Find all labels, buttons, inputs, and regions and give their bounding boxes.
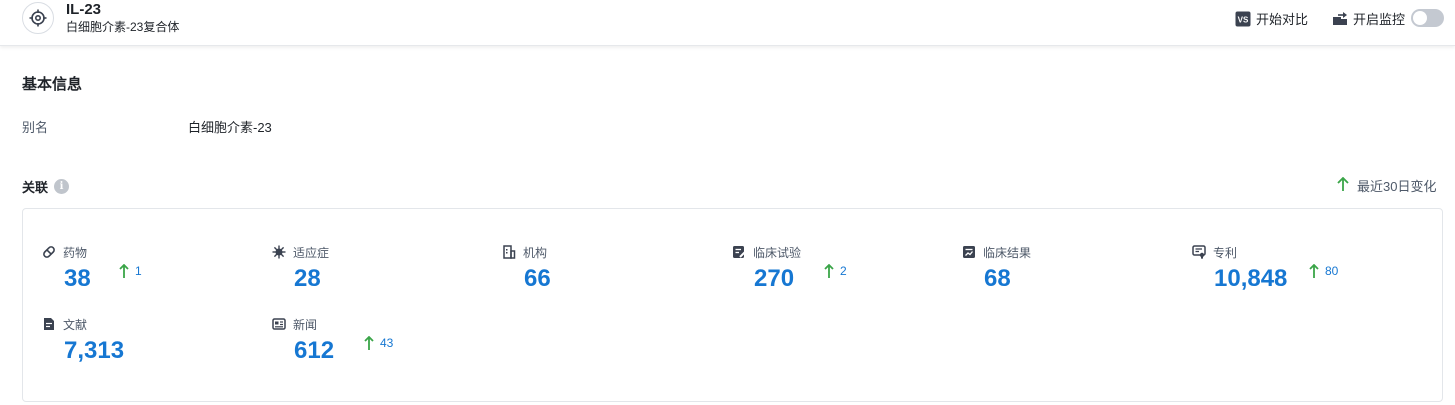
stat-delta-value: 1 <box>135 264 142 278</box>
stat-label: 临床结果 <box>962 244 1031 260</box>
stat-delta-value: 43 <box>380 336 394 350</box>
arrow-up-icon <box>1309 263 1319 282</box>
stat-label-text: 适应症 <box>293 245 330 260</box>
stat-label: 适应症 <box>272 244 329 260</box>
arrow-up-icon <box>824 263 834 282</box>
stat-literature[interactable]: 文献 7,313 <box>42 316 242 380</box>
page-header: IL-23 白细胞介素-23复合体 VS 开始对比 开启监控 <box>0 0 1455 46</box>
basic-info-title: 基本信息 <box>22 76 83 93</box>
stat-value[interactable]: 7,313 <box>64 337 124 365</box>
stat-value[interactable]: 28 <box>294 265 321 293</box>
stat-label: 文献 <box>42 316 87 332</box>
monitor-button[interactable]: 开启监控 <box>1332 9 1405 28</box>
stat-news[interactable]: 新闻 612 43 <box>272 316 472 380</box>
stat-label-text: 临床结果 <box>983 245 1032 260</box>
monitor-toggle[interactable] <box>1411 9 1444 27</box>
stat-indications[interactable]: 适应症 28 <box>272 244 472 308</box>
page-subtitle: 白细胞介素-23复合体 <box>66 20 180 34</box>
virus-icon <box>272 245 286 259</box>
pill-icon <box>42 245 56 259</box>
stat-label-text: 机构 <box>523 245 548 260</box>
info-icon[interactable]: i <box>54 179 70 194</box>
news-icon <box>272 317 286 331</box>
svg-text:VS: VS <box>1238 15 1249 24</box>
alias-value: 白细胞介素-23 <box>188 120 272 135</box>
arrow-up-icon <box>364 335 374 354</box>
patent-icon <box>1192 245 1206 259</box>
stat-value[interactable]: 68 <box>984 265 1011 293</box>
stat-delta: 43 <box>364 335 394 354</box>
relations-panel: 药物 38 1 适应症 28 机构 66 临床试验 270 2 临床结果 68 … <box>22 208 1443 402</box>
target-logo-icon <box>22 2 54 34</box>
start-compare-button[interactable]: VS 开始对比 <box>1235 9 1308 28</box>
change-legend: 最近30日变化 <box>1337 176 1436 195</box>
stat-clinical-trials[interactable]: 临床试验 270 2 <box>732 244 932 308</box>
stat-value[interactable]: 612 <box>294 337 334 365</box>
stat-label: 机构 <box>502 244 547 260</box>
relations-title: 关联 i <box>22 177 70 196</box>
arrow-up-icon <box>1337 176 1349 195</box>
page-title: IL-23 <box>66 1 102 18</box>
stat-patents[interactable]: 专利 10,848 80 <box>1192 244 1392 308</box>
stat-delta-value: 80 <box>1325 264 1339 278</box>
stat-value[interactable]: 270 <box>754 265 794 293</box>
stat-delta: 1 <box>119 263 142 282</box>
monitor-icon <box>1332 11 1348 27</box>
stat-label-text: 文献 <box>63 317 88 332</box>
clinical-result-icon <box>962 245 976 259</box>
stat-label: 专利 <box>1192 244 1237 260</box>
stat-clinical-results[interactable]: 临床结果 68 <box>962 244 1162 308</box>
stat-delta: 80 <box>1309 263 1339 282</box>
change-legend-label: 最近30日变化 <box>1357 179 1437 194</box>
arrow-up-icon <box>119 263 129 282</box>
alias-label: 别名 <box>22 120 49 135</box>
stat-label-text: 药物 <box>63 245 88 260</box>
start-compare-label: 开始对比 <box>1256 12 1309 27</box>
stat-delta-value: 2 <box>840 264 847 278</box>
stat-label: 临床试验 <box>732 244 801 260</box>
stat-label-text: 新闻 <box>293 317 318 332</box>
stat-value[interactable]: 66 <box>524 265 551 293</box>
toggle-knob <box>1413 11 1427 25</box>
stat-label: 新闻 <box>272 316 317 332</box>
stat-label: 药物 <box>42 244 87 260</box>
stat-drugs[interactable]: 药物 38 1 <box>42 244 242 308</box>
clinical-trial-icon <box>732 245 746 259</box>
building-icon <box>502 245 516 259</box>
document-icon <box>42 317 56 331</box>
compare-icon: VS <box>1235 11 1251 27</box>
stat-value[interactable]: 38 <box>64 265 91 293</box>
relations-title-label: 关联 <box>22 180 49 195</box>
stat-organizations[interactable]: 机构 66 <box>502 244 702 308</box>
stat-value[interactable]: 10,848 <box>1214 265 1287 293</box>
stat-label-text: 专利 <box>1213 245 1238 260</box>
monitor-label: 开启监控 <box>1353 12 1406 27</box>
stat-delta: 2 <box>824 263 847 282</box>
stat-label-text: 临床试验 <box>753 245 802 260</box>
